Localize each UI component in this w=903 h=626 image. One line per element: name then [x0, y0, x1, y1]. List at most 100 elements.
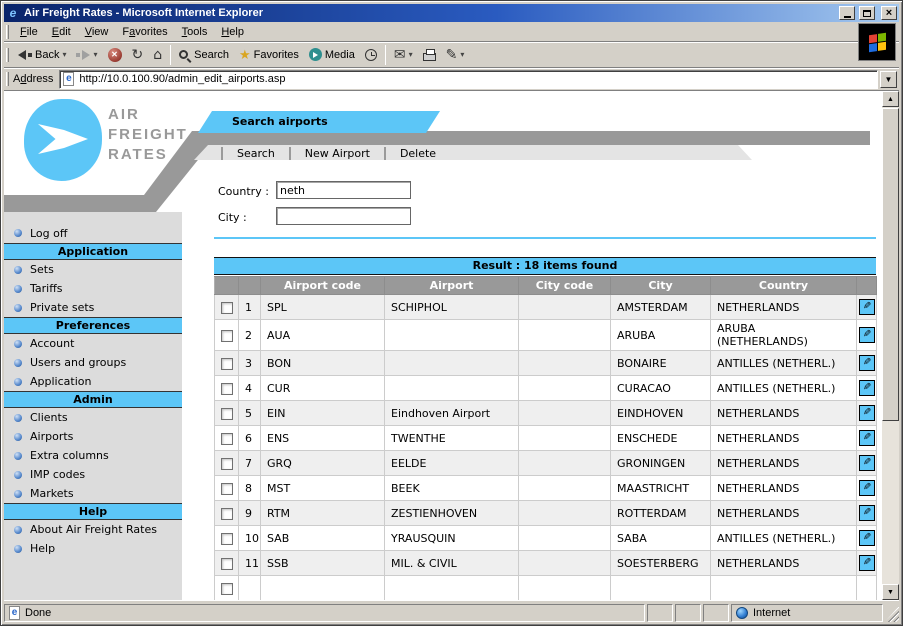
forward-button[interactable]: ▾: [71, 44, 102, 66]
menu-help[interactable]: Help: [214, 24, 251, 40]
close-button[interactable]: ×: [881, 6, 897, 20]
address-input[interactable]: e http://10.0.100.90/admin_edit_airports…: [59, 70, 878, 89]
pen-icon: ✎: [863, 302, 871, 312]
action-search[interactable]: Search: [224, 147, 288, 160]
stop-button[interactable]: ✕: [103, 44, 127, 66]
pen-icon: ✎: [863, 330, 871, 340]
favorites-button[interactable]: ★ Favorites: [234, 44, 304, 66]
back-button[interactable]: Back ▾: [13, 44, 71, 66]
column-header: Airport: [385, 277, 519, 295]
media-label: Media: [325, 49, 355, 61]
row-checkbox[interactable]: [221, 558, 233, 570]
status-bar: e Done Internet: [4, 600, 899, 622]
table-row: 6ENSTWENTHEENSCHEDENETHERLANDS✎: [215, 426, 877, 451]
row-checkbox[interactable]: [221, 383, 233, 395]
print-button[interactable]: [418, 44, 441, 66]
edit-row-button[interactable]: ✎: [859, 555, 875, 571]
pen-icon: ✎: [863, 508, 871, 518]
mail-button[interactable]: ✉ ▾: [389, 44, 418, 66]
sidebar-item-log-off[interactable]: Log off: [4, 223, 182, 243]
menu-view[interactable]: View: [78, 24, 116, 40]
minimize-button[interactable]: [839, 6, 855, 20]
action-delete[interactable]: Delete: [387, 147, 449, 160]
table-row: 10SABYRAUSQUINSABAANTILLES (NETHERL.)✎: [215, 526, 877, 551]
refresh-button[interactable]: ↻: [127, 44, 149, 66]
bullet-icon: [14, 359, 22, 367]
edit-row-button[interactable]: ✎: [859, 455, 875, 471]
sidebar-item-application[interactable]: Application: [4, 372, 182, 391]
scrollbar-thumb[interactable]: [882, 108, 899, 421]
forward-arrow-icon: [82, 50, 90, 60]
row-checkbox[interactable]: [221, 583, 233, 595]
sidebar-item-label: IMP codes: [30, 468, 85, 481]
vertical-scrollbar[interactable]: ▲ ▼: [882, 91, 899, 600]
sidebar-item-about-air-freight-rates[interactable]: About Air Freight Rates: [4, 520, 182, 539]
cell-airport: TWENTHE: [385, 426, 519, 451]
row-checkbox[interactable]: [221, 458, 233, 470]
history-button[interactable]: [360, 44, 382, 66]
media-button[interactable]: Media: [304, 44, 360, 66]
row-checkbox[interactable]: [221, 483, 233, 495]
edit-row-button[interactable]: ✎: [859, 405, 875, 421]
scroll-up-button[interactable]: ▲: [882, 91, 899, 107]
address-dropdown-button[interactable]: ▼: [880, 71, 897, 88]
sidebar-item-tariffs[interactable]: Tariffs: [4, 279, 182, 298]
sidebar-item-help[interactable]: Help: [4, 539, 182, 558]
menu-file[interactable]: File: [13, 24, 45, 40]
forward-dropdown-icon[interactable]: ▾: [93, 51, 97, 59]
row-checkbox[interactable]: [221, 302, 233, 314]
edit-dropdown-icon[interactable]: ▾: [460, 51, 464, 59]
edit-row-button[interactable]: ✎: [859, 480, 875, 496]
edit-row-button[interactable]: ✎: [859, 380, 875, 396]
address-url[interactable]: http://10.0.100.90/admin_edit_airports.a…: [79, 73, 875, 85]
menu-tools[interactable]: Tools: [175, 24, 215, 40]
edit-row-button[interactable]: ✎: [859, 299, 875, 315]
back-dropdown-icon[interactable]: ▾: [62, 51, 66, 59]
mail-icon: ✉: [394, 48, 406, 62]
sidebar-item-users-and-groups[interactable]: Users and groups: [4, 353, 182, 372]
sidebar-item-markets[interactable]: Markets: [4, 484, 182, 503]
sidebar-item-airports[interactable]: Airports: [4, 427, 182, 446]
row-checkbox[interactable]: [221, 533, 233, 545]
bullet-icon: [14, 526, 22, 534]
search-button[interactable]: Search: [174, 44, 234, 66]
toolbar-grip[interactable]: [6, 48, 9, 62]
country-field[interactable]: [276, 181, 411, 199]
city-field[interactable]: [276, 207, 411, 225]
resize-grip[interactable]: [885, 606, 899, 622]
sidebar-item-clients[interactable]: Clients: [4, 408, 182, 427]
action-new-airport[interactable]: New Airport: [292, 147, 383, 160]
row-checkbox[interactable]: [221, 330, 233, 342]
bullet-icon: [14, 304, 22, 312]
home-button[interactable]: ⌂: [148, 44, 167, 66]
edit-row-button[interactable]: ✎: [859, 430, 875, 446]
toolbar-grip[interactable]: [6, 72, 9, 86]
row-checkbox[interactable]: [221, 508, 233, 520]
toolbar-grip[interactable]: [6, 25, 9, 39]
sidebar-item-imp-codes[interactable]: IMP codes: [4, 465, 182, 484]
sidebar-item-sets[interactable]: Sets: [4, 260, 182, 279]
row-checkbox[interactable]: [221, 433, 233, 445]
cell-airport-code: ENS: [261, 426, 385, 451]
mail-dropdown-icon[interactable]: ▾: [409, 51, 413, 59]
zone-text: Internet: [753, 607, 790, 619]
maximize-button[interactable]: [859, 6, 875, 20]
page-icon: e: [63, 72, 74, 86]
table-row: 9RTMZESTIENHOVENROTTERDAMNETHERLANDS✎: [215, 501, 877, 526]
menu-edit[interactable]: Edit: [45, 24, 78, 40]
edit-row-button[interactable]: ✎: [859, 530, 875, 546]
sidebar-item-account[interactable]: Account: [4, 334, 182, 353]
edit-row-button[interactable]: ✎: [859, 355, 875, 371]
scroll-down-button[interactable]: ▼: [882, 584, 899, 600]
cell-airport-code: AUA: [261, 320, 385, 351]
row-checkbox[interactable]: [221, 408, 233, 420]
edit-row-button[interactable]: ✎: [859, 327, 875, 343]
sidebar-item-private-sets[interactable]: Private sets: [4, 298, 182, 317]
edit-row-button[interactable]: ✎: [859, 505, 875, 521]
sidebar-item-extra-columns[interactable]: Extra columns: [4, 446, 182, 465]
row-checkbox[interactable]: [221, 358, 233, 370]
cell-city: EINDHOVEN: [611, 401, 711, 426]
edit-page-button[interactable]: ✎ ▾: [441, 44, 470, 66]
cell-airport-code: [261, 576, 385, 601]
menu-favorites[interactable]: Favorites: [115, 24, 174, 40]
